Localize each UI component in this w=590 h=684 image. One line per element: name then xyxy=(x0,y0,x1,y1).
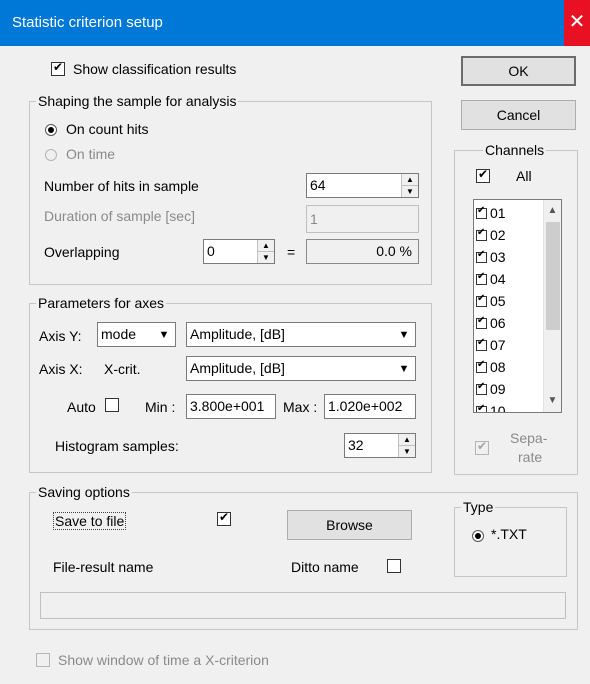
channel-checkbox[interactable] xyxy=(476,293,487,307)
close-icon: ✕ xyxy=(568,11,586,33)
saving-options-legend: Saving options xyxy=(36,484,132,500)
equals-sign: = xyxy=(287,244,296,260)
title-bar[interactable]: Statistic criterion setup ✕ xyxy=(0,0,590,46)
save-to-file-checkbox[interactable] xyxy=(217,510,231,526)
channel-checkbox[interactable] xyxy=(476,315,487,329)
separate-label-line2: rate xyxy=(518,449,543,465)
hits-spin-buttons[interactable]: ▲ ▼ xyxy=(401,174,418,197)
channels-list[interactable]: 01 02 03 04 05 06 07 08 09 10 ▲ ▼ xyxy=(473,199,562,413)
axis-x-parameter-select[interactable]: Amplitude, [dB] ▼ xyxy=(186,356,416,381)
file-path-field[interactable] xyxy=(40,592,566,619)
max-value: 1.020e+002 xyxy=(328,398,403,414)
overlap-spin-buttons[interactable]: ▲ ▼ xyxy=(257,240,274,263)
channel-checkbox[interactable] xyxy=(476,271,487,285)
show-classification-label: Show classification results xyxy=(73,61,237,77)
cancel-button[interactable]: Cancel xyxy=(461,100,576,130)
on-time-label: On time xyxy=(66,146,116,162)
on-count-hits-label: On count hits xyxy=(66,121,149,137)
axis-y-label: Axis Y: xyxy=(39,328,82,344)
shaping-legend: Shaping the sample for analysis xyxy=(36,93,239,109)
axis-y-mode-select[interactable]: mode ▼ xyxy=(97,322,176,347)
on-time-radio[interactable] xyxy=(45,149,57,161)
ok-button[interactable]: OK xyxy=(461,56,576,86)
min-value: 3.800e+001 xyxy=(190,398,265,414)
chevron-down-icon[interactable]: ▼ xyxy=(544,392,561,410)
spin-down-icon[interactable]: ▼ xyxy=(402,186,418,198)
on-count-hits-radio[interactable] xyxy=(45,124,57,136)
spin-up-icon[interactable]: ▲ xyxy=(258,240,274,252)
overlapping-spinner[interactable]: 0 ▲ ▼ xyxy=(203,239,275,264)
channel-checkbox[interactable] xyxy=(476,381,487,395)
axis-x-parameter-value: Amplitude, [dB] xyxy=(190,360,285,376)
window-title: Statistic criterion setup xyxy=(12,14,163,31)
dialog-window: Statistic criterion setup ✕ Show classif… xyxy=(0,0,590,684)
txt-type-radio[interactable] xyxy=(472,530,484,542)
show-window-checkbox[interactable] xyxy=(36,653,50,667)
axis-y-mode-value: mode xyxy=(101,326,137,342)
browse-button[interactable]: Browse xyxy=(287,510,412,540)
min-label: Min : xyxy=(145,399,176,415)
axis-x-label: Axis X: xyxy=(39,361,83,377)
hits-in-sample-spinner[interactable]: 64 ▲ ▼ xyxy=(306,173,419,198)
spin-down-icon[interactable]: ▼ xyxy=(399,446,415,458)
hits-in-sample-value: 64 xyxy=(310,177,326,193)
separate-label-line1: Sepa- xyxy=(510,430,548,446)
overlap-percent-value: 0.0 % xyxy=(376,243,412,259)
axis-y-parameter-value: Amplitude, [dB] xyxy=(190,326,285,342)
hist-spin-buttons[interactable]: ▲ ▼ xyxy=(398,434,415,457)
channel-checkbox[interactable] xyxy=(476,227,487,241)
chevron-down-icon[interactable]: ▼ xyxy=(395,359,413,378)
channel-checkbox[interactable] xyxy=(476,337,487,351)
channel-checkbox[interactable] xyxy=(476,403,487,412)
spin-up-icon[interactable]: ▲ xyxy=(399,434,415,446)
show-classification-checkbox[interactable] xyxy=(51,60,65,76)
max-input[interactable]: 1.020e+002 xyxy=(324,394,416,419)
overlapping-value: 0 xyxy=(207,243,215,259)
channel-checkbox[interactable] xyxy=(476,359,487,373)
hits-in-sample-label: Number of hits in sample xyxy=(44,178,199,194)
channels-scrollbar[interactable]: ▲ ▼ xyxy=(543,200,561,412)
separate-checkbox[interactable] xyxy=(475,439,489,455)
type-legend: Type xyxy=(461,499,496,515)
duration-label: Duration of sample [sec] xyxy=(44,208,195,224)
histogram-samples-spinner[interactable]: 32 ▲ ▼ xyxy=(344,433,416,458)
duration-value: 1 xyxy=(310,211,318,227)
chevron-down-icon[interactable]: ▼ xyxy=(155,325,173,344)
histogram-samples-value: 32 xyxy=(348,437,364,453)
file-result-name-label: File-result name xyxy=(53,559,154,575)
ditto-name-label: Ditto name xyxy=(291,559,359,575)
all-channels-checkbox[interactable] xyxy=(476,167,490,183)
save-to-file-label: Save to file xyxy=(53,512,127,530)
auto-checkbox[interactable] xyxy=(105,398,119,412)
axis-x-crit-label: X-crit. xyxy=(104,361,141,377)
max-label: Max : xyxy=(283,399,318,415)
all-channels-label: All xyxy=(516,168,532,184)
close-button[interactable]: ✕ xyxy=(564,0,590,46)
spin-down-icon[interactable]: ▼ xyxy=(258,252,274,264)
channel-checkbox[interactable] xyxy=(476,205,487,219)
spin-up-icon[interactable]: ▲ xyxy=(402,174,418,186)
show-window-label: Show window of time a X-criterion xyxy=(58,652,269,668)
histogram-samples-label: Histogram samples: xyxy=(55,438,179,454)
chevron-down-icon[interactable]: ▼ xyxy=(395,325,413,344)
ditto-name-checkbox[interactable] xyxy=(387,559,401,573)
min-input[interactable]: 3.800e+001 xyxy=(186,394,276,419)
txt-type-label: *.TXT xyxy=(491,526,527,542)
channel-checkbox[interactable] xyxy=(476,249,487,263)
type-group: Type xyxy=(454,499,567,577)
axis-y-parameter-select[interactable]: Amplitude, [dB] ▼ xyxy=(186,322,416,347)
chevron-up-icon[interactable]: ▲ xyxy=(544,202,561,220)
scrollbar-thumb[interactable] xyxy=(546,222,560,330)
axes-legend: Parameters for axes xyxy=(36,295,167,311)
overlap-percent-display: 0.0 % xyxy=(306,239,419,264)
auto-label: Auto xyxy=(67,399,96,415)
overlapping-label: Overlapping xyxy=(44,244,120,260)
duration-input[interactable]: 1 xyxy=(306,205,419,233)
channels-legend: Channels xyxy=(483,142,547,158)
